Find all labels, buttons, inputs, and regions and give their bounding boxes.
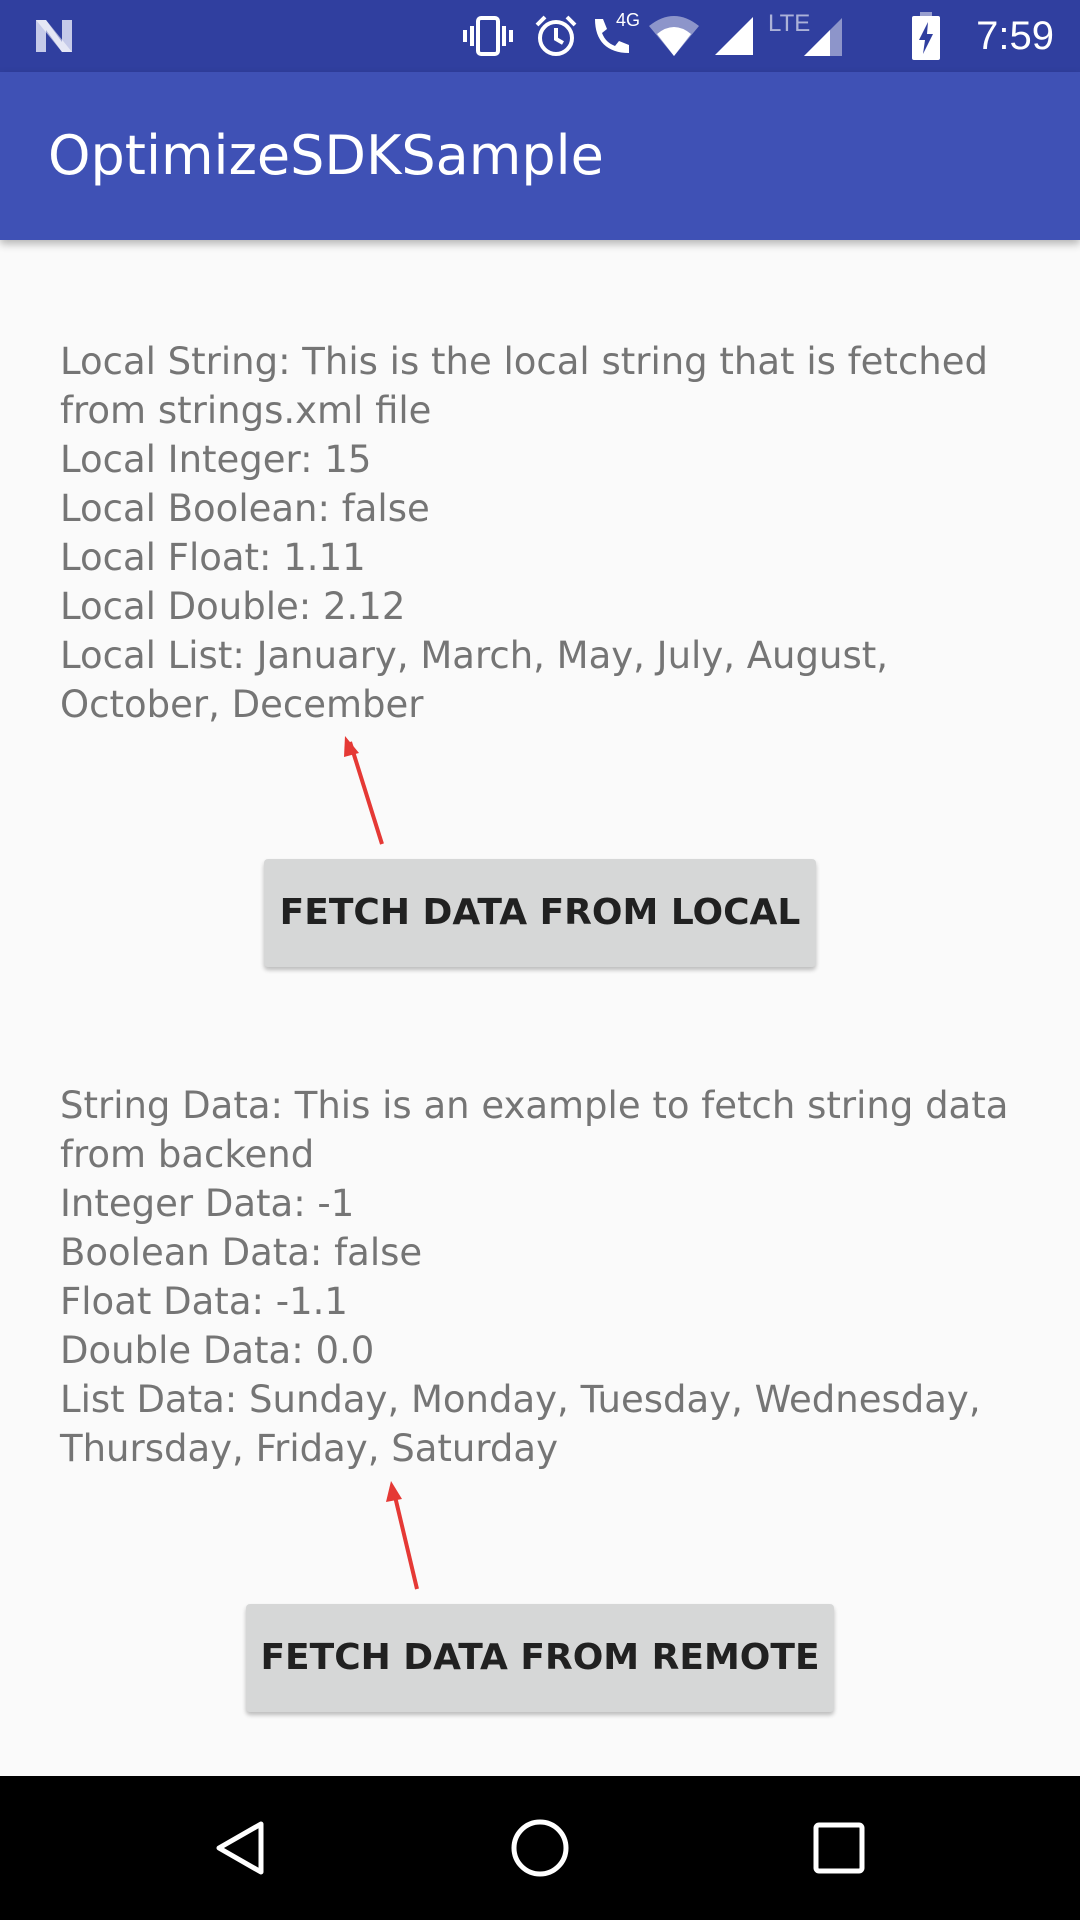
remote-integer-line: Integer Data: -1 [60,1182,355,1225]
alarm-icon [532,12,580,60]
fetch-remote-button[interactable]: FETCH DATA FROM REMOTE [246,1604,834,1712]
call-badge: 4G [616,10,641,30]
local-list-line: Local List: January, March, May, July, A… [60,634,888,726]
local-integer-line: Local Integer: 15 [60,438,372,481]
battery-charging-icon [908,12,944,60]
status-time: 7:59 [976,14,1054,58]
local-float-line: Local Float: 1.11 [60,536,366,579]
local-string-line: Local String: This is the local string t… [60,340,988,432]
fetch-local-button[interactable]: FETCH DATA FROM LOCAL [264,859,816,967]
remote-double-line: Double Data: 0.0 [60,1329,375,1372]
lte-signal-icon: LTE [764,10,844,60]
back-icon[interactable] [205,1812,277,1884]
volte-call-icon: 4G [588,10,640,60]
status-bar: 4G LTE 7:59 [0,0,1080,72]
notification-n-icon [30,12,78,60]
remote-list-line: List Data: Sunday, Monday, Tuesday, Wedn… [60,1378,981,1470]
app-bar: OptimizeSDKSample [0,72,1080,240]
local-double-line: Local Double: 2.12 [60,585,406,628]
app-title: OptimizeSDKSample [48,124,604,187]
remote-data-text: String Data: This is an example to fetch… [60,1081,1020,1473]
remote-string-line: String Data: This is an example to fetch… [60,1084,1009,1176]
home-icon[interactable] [504,1812,576,1884]
remote-float-line: Float Data: -1.1 [60,1280,348,1323]
local-boolean-line: Local Boolean: false [60,487,430,530]
remote-boolean-line: Boolean Data: false [60,1231,423,1274]
signal-icon [712,12,756,60]
local-data-text: Local String: This is the local string t… [60,337,1020,729]
recents-icon[interactable] [803,1812,875,1884]
vibrate-icon [460,12,516,60]
wifi-icon [646,12,702,60]
navigation-bar [0,1776,1080,1920]
main-content: Local String: This is the local string t… [0,240,1080,1776]
